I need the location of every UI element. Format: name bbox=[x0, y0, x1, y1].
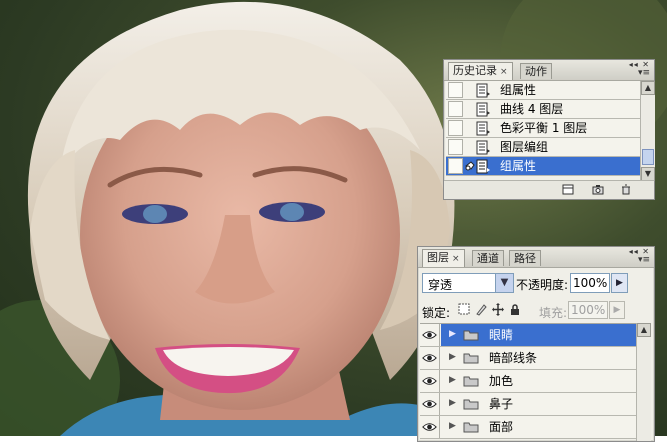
history-item-label: 组属性 bbox=[500, 83, 537, 97]
history-footer bbox=[444, 180, 654, 199]
lock-transparency-icon[interactable] bbox=[458, 303, 470, 316]
layers-panel-titlebar: 图层 × 通道 路径 ◂◂ ✕ ▾≡ bbox=[418, 247, 654, 268]
lock-position-move-icon[interactable] bbox=[492, 303, 504, 316]
expand-triangle-icon[interactable]: ▶ bbox=[449, 329, 456, 339]
layer-name: 暗部线条 bbox=[489, 351, 538, 365]
history-item-label: 曲线 4 图层 bbox=[500, 102, 564, 116]
eye-visibility-icon[interactable] bbox=[420, 347, 440, 369]
document-icon bbox=[476, 102, 490, 117]
lock-label: 锁定: bbox=[422, 306, 451, 320]
scroll-down-icon[interactable]: ▼ bbox=[641, 167, 655, 181]
tab-layers[interactable]: 图层 × bbox=[422, 249, 465, 267]
delete-state-icon[interactable] bbox=[620, 184, 632, 195]
chevron-down-icon[interactable]: ▼ bbox=[495, 274, 513, 292]
opacity-label: 不透明度: bbox=[516, 278, 569, 292]
lock-all-icon[interactable] bbox=[509, 303, 521, 316]
layer-row-main[interactable]: ▶ 眼睛 bbox=[441, 324, 636, 346]
history-panel-titlebar: 历史记录 × 动作 ◂◂ ✕ ▾≡ bbox=[444, 60, 654, 81]
layer-name: 加色 bbox=[489, 374, 514, 388]
fill-input: 100% bbox=[568, 301, 608, 319]
tab-actions-label: 动作 bbox=[525, 65, 547, 78]
layer-row[interactable]: ▶ 暗部线条 bbox=[420, 347, 636, 370]
opacity-slider-arrow-icon[interactable]: ▶ bbox=[611, 273, 628, 293]
layer-name: 面部 bbox=[489, 420, 514, 434]
expand-triangle-icon[interactable]: ▶ bbox=[449, 398, 456, 408]
snapshot-source-checkbox[interactable] bbox=[448, 120, 463, 136]
blend-mode-value: 穿透 bbox=[428, 278, 453, 292]
expand-triangle-icon[interactable]: ▶ bbox=[449, 421, 456, 431]
layer-row-main[interactable]: ▶ 加色 bbox=[441, 370, 636, 392]
expand-triangle-icon[interactable]: ▶ bbox=[449, 375, 456, 385]
layer-row-main[interactable]: ▶ 暗部线条 bbox=[441, 347, 636, 369]
eye-visibility-icon[interactable] bbox=[420, 393, 440, 415]
history-panel: 历史记录 × 动作 ◂◂ ✕ ▾≡ 组属性 曲线 4 图层 色彩平衡 1 图层 图… bbox=[443, 59, 655, 200]
layer-name: 鼻子 bbox=[489, 397, 514, 411]
layer-name: 眼睛 bbox=[489, 328, 514, 342]
history-scrollbar[interactable]: ▲ ▼ bbox=[640, 81, 655, 181]
document-icon bbox=[476, 83, 490, 98]
tab-channels[interactable]: 通道 bbox=[472, 250, 504, 266]
folder-icon bbox=[463, 353, 479, 364]
layers-scrollbar[interactable]: ▲ bbox=[636, 323, 651, 441]
tab-channels-label: 通道 bbox=[477, 252, 499, 265]
tab-paths-label: 路径 bbox=[514, 252, 536, 265]
folder-icon bbox=[463, 376, 479, 387]
history-item[interactable]: 色彩平衡 1 图层 bbox=[446, 119, 640, 138]
eye-visibility-icon[interactable] bbox=[420, 370, 440, 392]
snapshot-source-checkbox[interactable] bbox=[448, 139, 463, 155]
layer-row-main[interactable]: ▶ 面部 bbox=[441, 416, 636, 438]
snapshot-source-checkbox[interactable] bbox=[448, 158, 463, 174]
tab-paths[interactable]: 路径 bbox=[509, 250, 541, 266]
layers-list: ▶ 眼睛 ▶ 暗部线条 ▶ 加色 ▶ 鼻子 ▶ 面部 bbox=[420, 323, 636, 442]
eye-visibility-icon[interactable] bbox=[420, 416, 440, 438]
history-item[interactable]: 组属性 bbox=[446, 81, 640, 100]
layer-row-main[interactable]: ▶ 鼻子 bbox=[441, 393, 636, 415]
document-icon bbox=[476, 159, 490, 174]
fill-label: 填充: bbox=[539, 306, 568, 320]
close-icon[interactable]: × bbox=[452, 254, 460, 264]
history-item-label: 组属性 bbox=[500, 159, 537, 173]
snapshot-source-checkbox[interactable] bbox=[448, 82, 463, 98]
tab-actions[interactable]: 动作 bbox=[520, 63, 552, 79]
history-item-label: 色彩平衡 1 图层 bbox=[500, 121, 588, 135]
tab-history-label: 历史记录 bbox=[453, 64, 497, 77]
snapshot-source-checkbox[interactable] bbox=[448, 101, 463, 117]
blend-mode-select[interactable]: 穿透 ▼ bbox=[422, 273, 514, 293]
new-snapshot-icon[interactable] bbox=[592, 184, 604, 195]
history-item[interactable]: 曲线 4 图层 bbox=[446, 100, 640, 119]
scroll-up-icon[interactable]: ▲ bbox=[637, 323, 651, 337]
panel-menu-icon[interactable]: ▾≡ bbox=[638, 255, 650, 265]
tab-layers-label: 图层 bbox=[427, 251, 449, 264]
history-list: 组属性 曲线 4 图层 色彩平衡 1 图层 图层编组 组属性 bbox=[446, 81, 640, 181]
layer-row-selected[interactable]: ▶ 眼睛 bbox=[420, 324, 636, 347]
eye-visibility-icon[interactable] bbox=[420, 324, 440, 346]
folder-icon bbox=[463, 399, 479, 410]
panel-menu-icon[interactable]: ▾≡ bbox=[638, 68, 650, 78]
new-document-from-state-icon[interactable] bbox=[562, 184, 574, 195]
close-icon[interactable]: × bbox=[500, 67, 508, 77]
tab-history[interactable]: 历史记录 × bbox=[448, 62, 513, 80]
history-brush-icon bbox=[465, 161, 475, 171]
lock-pixels-brush-icon[interactable] bbox=[475, 303, 487, 316]
history-item-label: 图层编组 bbox=[500, 140, 549, 154]
scroll-up-icon[interactable]: ▲ bbox=[641, 81, 655, 95]
fill-slider-arrow-icon: ▶ bbox=[609, 301, 625, 319]
scrollbar-thumb[interactable] bbox=[642, 149, 654, 165]
expand-triangle-icon[interactable]: ▶ bbox=[449, 352, 456, 362]
layers-panel: 图层 × 通道 路径 ◂◂ ✕ ▾≡ 穿透 ▼ 不透明度: 100% ▶ 锁定: … bbox=[417, 246, 655, 442]
layer-row[interactable]: ▶ 加色 bbox=[420, 370, 636, 393]
folder-icon bbox=[463, 330, 479, 341]
folder-icon bbox=[463, 422, 479, 433]
layer-row[interactable]: ▶ 鼻子 bbox=[420, 393, 636, 416]
history-item-selected[interactable]: 组属性 bbox=[446, 157, 640, 176]
document-icon bbox=[476, 121, 490, 136]
history-item[interactable]: 图层编组 bbox=[446, 138, 640, 157]
opacity-input[interactable]: 100% bbox=[570, 273, 610, 293]
document-icon bbox=[476, 140, 490, 155]
